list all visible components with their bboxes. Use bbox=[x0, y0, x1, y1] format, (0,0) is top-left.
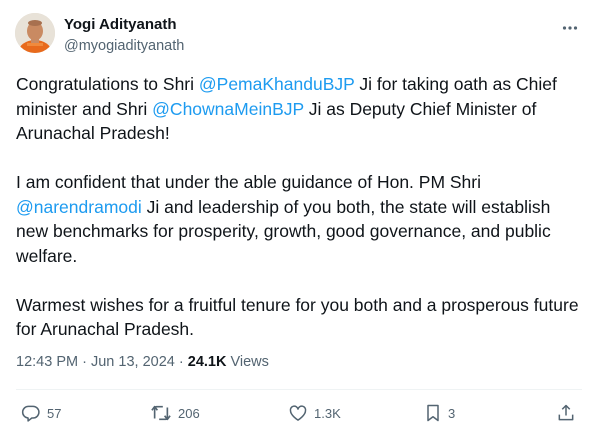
tweet-date[interactable]: Jun 13, 2024 bbox=[91, 354, 175, 370]
reply-icon bbox=[21, 405, 40, 422]
repost-icon bbox=[151, 405, 171, 421]
tweet-text: Congratulations to Shri @PemaKhanduBJP J… bbox=[16, 72, 584, 342]
tweet-paragraph-2: I am confident that under the able guida… bbox=[16, 170, 584, 268]
mention-link[interactable]: @PemaKhanduBJP bbox=[199, 74, 355, 94]
tweet-text-segment: I am confident that under the able guida… bbox=[16, 172, 482, 192]
more-options-button[interactable] bbox=[560, 18, 580, 38]
mention-link[interactable]: @narendramodi bbox=[16, 197, 142, 217]
mention-link[interactable]: @ChownaMeinBJP bbox=[152, 99, 304, 119]
tweet-text-segment: Congratulations to Shri bbox=[16, 74, 199, 94]
meta-separator: · bbox=[82, 354, 87, 370]
like-button[interactable]: 1.3K bbox=[288, 400, 341, 426]
heart-icon bbox=[289, 405, 307, 421]
tweet-meta: 12:43 PM · Jun 13, 2024 · 24.1K Views bbox=[16, 352, 269, 372]
views-count: 24.1K bbox=[187, 354, 227, 370]
more-horizontal-icon bbox=[562, 26, 578, 30]
like-count: 1.3K bbox=[314, 405, 341, 421]
divider bbox=[16, 389, 582, 390]
tweet-paragraph-3: Warmest wishes for a fruitful tenure for… bbox=[16, 294, 579, 340]
reply-count: 57 bbox=[47, 405, 62, 421]
share-icon bbox=[558, 404, 574, 421]
tweet-paragraph-1: Congratulations to Shri @PemaKhanduBJP J… bbox=[16, 72, 584, 146]
repost-count: 206 bbox=[178, 405, 200, 421]
bookmark-icon bbox=[427, 404, 439, 422]
tweet-card: Yogi Adityanath @myogiadityanath Congrat… bbox=[0, 0, 598, 433]
avatar[interactable] bbox=[15, 13, 55, 53]
bookmark-count: 3 bbox=[448, 405, 456, 421]
tweet-time[interactable]: 12:43 PM bbox=[16, 354, 78, 370]
meta-separator: · bbox=[178, 354, 184, 370]
user-handle[interactable]: @myogiadityanath bbox=[64, 37, 184, 55]
share-button[interactable] bbox=[556, 400, 576, 426]
display-name[interactable]: Yogi Adityanath bbox=[64, 16, 177, 34]
repost-button[interactable]: 206 bbox=[150, 400, 200, 426]
avatar-image bbox=[15, 13, 55, 53]
reply-button[interactable]: 57 bbox=[21, 400, 61, 426]
views-label: Views bbox=[230, 354, 269, 370]
action-bar: 57 206 1.3K 3 bbox=[0, 398, 598, 428]
bookmark-button[interactable]: 3 bbox=[424, 400, 455, 426]
